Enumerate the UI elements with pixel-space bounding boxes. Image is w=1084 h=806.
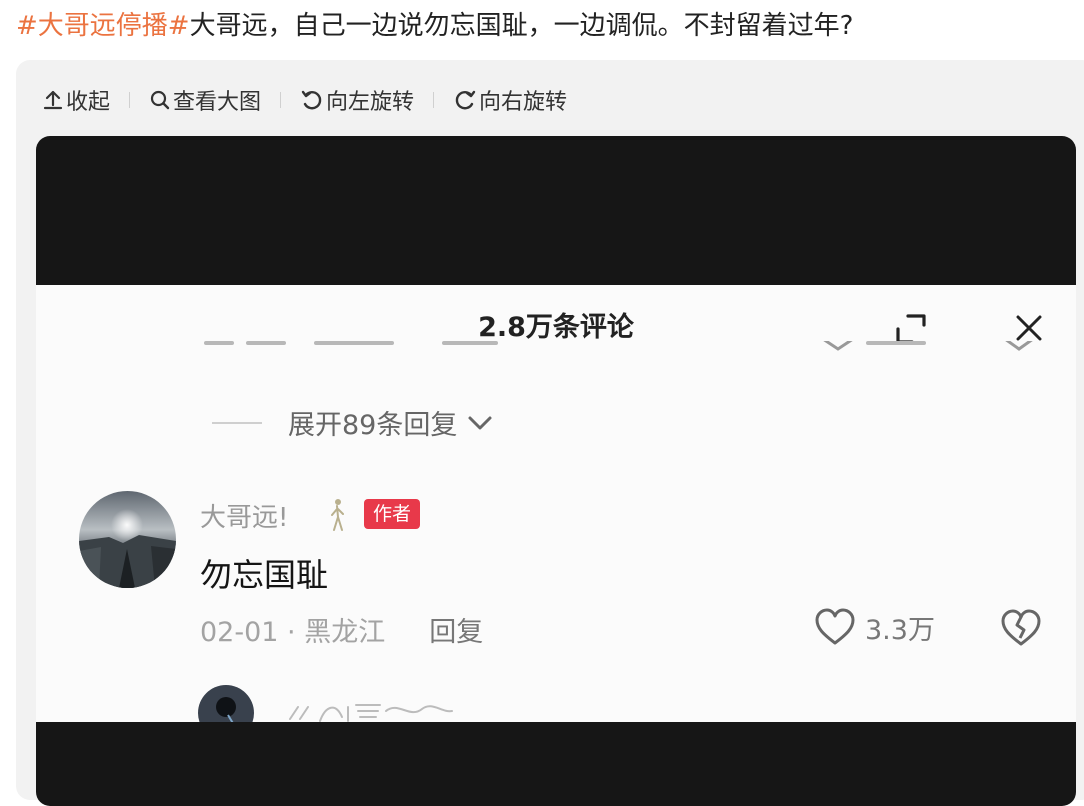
avatar-image [79,491,176,588]
reply-link: 回复 [429,617,484,648]
expand-replies-label: 展开89条回复 [288,410,458,441]
expand-replies-button: 展开89条回复 [212,403,493,442]
comment-text: 勿忘国耻 [200,556,329,594]
rotate-left-button[interactable]: 向左旋转 [300,84,414,116]
broken-heart-icon [1001,609,1041,646]
rotate-right-button[interactable]: 向右旋转 [453,84,567,116]
avatar-image [216,697,236,722]
view-large-label: 查看大图 [173,90,262,115]
author-name: 大哥远! [200,503,289,533]
search-icon [150,90,170,110]
like-button: 3.3万 [813,607,935,647]
toolbar-divider [433,92,435,108]
ghost-text [866,341,926,345]
post-text: #大哥远停播#大哥远，自己一边说勿忘国耻，一边调侃。不封留着过年? [16,6,1076,46]
ghost-text [314,341,394,345]
previous-comment-meta-clipped [196,341,1056,361]
post-image[interactable]: 2.8万条评论 展开89条回复 大哥远! 作者 勿忘国耻 02-01 · 黑龙江… [36,136,1076,806]
author-avatar [79,491,176,588]
collapse-button[interactable]: 收起 [42,84,110,116]
arrow-up-bar-icon [43,90,63,110]
ghost-text [204,341,234,345]
hashtag-link[interactable]: #大哥远停播# [16,11,190,41]
close-icon [1016,315,1042,341]
ghost-text [442,341,498,345]
heart-icon [815,608,855,645]
walker-icon [331,499,344,531]
chevron-down-icon [468,416,492,429]
next-comment-avatar [198,685,254,722]
toolbar-divider [129,92,131,108]
ghost-text [246,341,286,345]
rotate-right-label: 向右旋转 [479,90,568,115]
comment-meta: 02-01 · 黑龙江 回复 [200,610,483,649]
view-large-button[interactable]: 查看大图 [149,84,261,116]
rotate-left-icon [301,90,322,110]
broken-heart-icon [1005,341,1033,351]
like-count: 3.3万 [865,614,935,646]
rotate-right-icon [455,90,476,110]
rotate-left-label: 向左旋转 [326,90,415,115]
heart-icon [823,341,853,351]
image-toolbar: 收起 查看大图 向左旋转 向右旋转 [42,80,567,120]
comment-date-location: 02-01 · 黑龙江 [200,617,386,648]
collapse-label: 收起 [66,90,111,115]
divider [212,421,262,424]
author-badge: 作者 [364,499,421,529]
next-comment-name-clipped [289,704,453,722]
toolbar-divider [280,92,282,108]
comments-panel: 2.8万条评论 展开89条回复 大哥远! 作者 勿忘国耻 02-01 · 黑龙江… [36,285,1076,722]
post-body: 大哥远，自己一边说勿忘国耻，一边调侃。不封留着过年? [189,11,854,41]
